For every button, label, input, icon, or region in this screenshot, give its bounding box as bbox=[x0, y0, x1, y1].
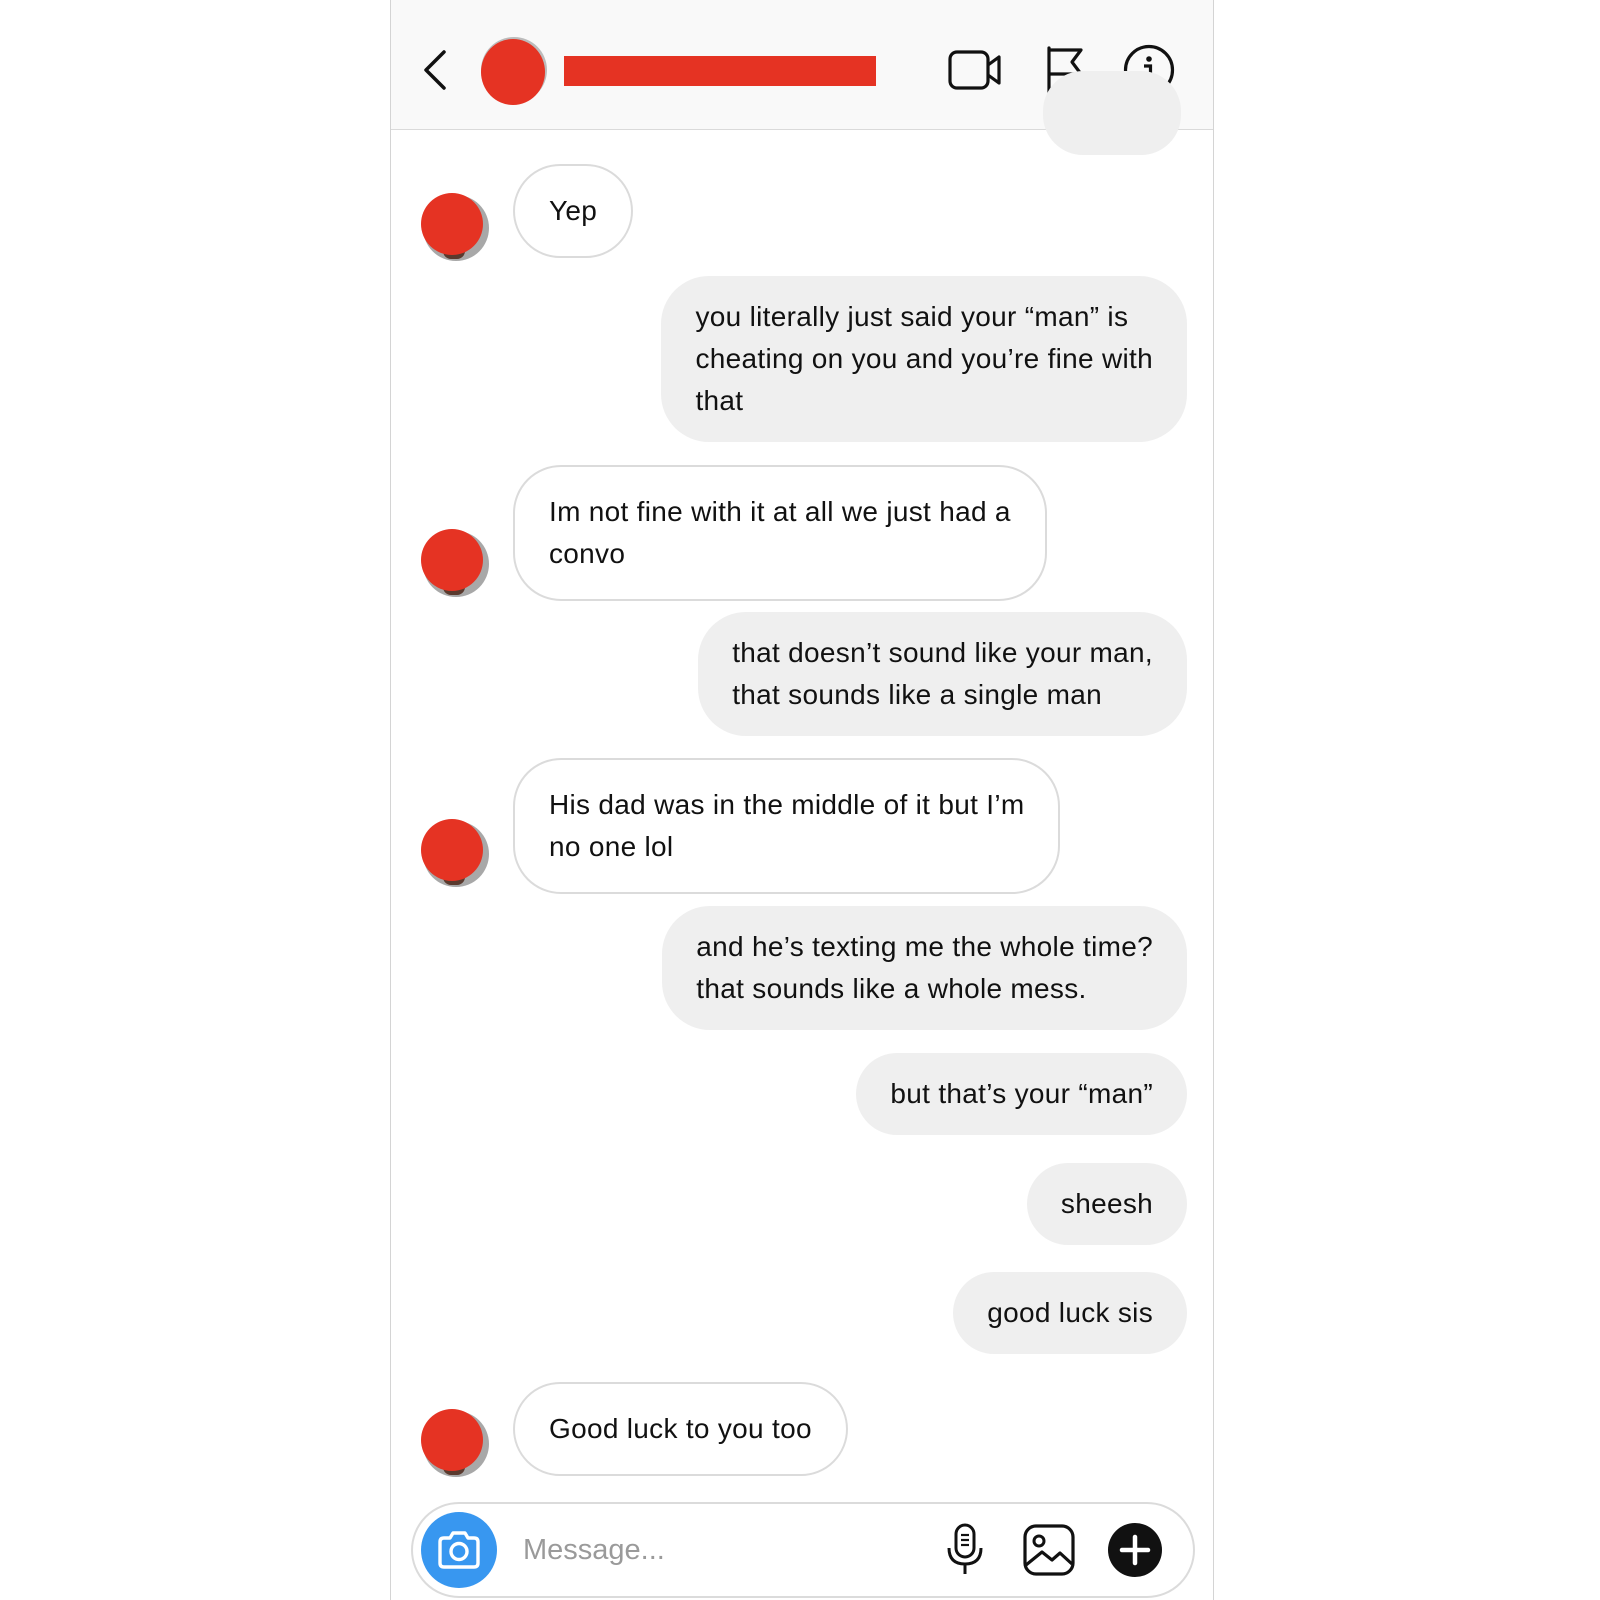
video-call-button[interactable] bbox=[945, 42, 1005, 98]
gallery-icon bbox=[1023, 1524, 1075, 1576]
message-bubble-outgoing[interactable]: and he’s texting me the whole time? that… bbox=[662, 906, 1187, 1030]
contact-avatar[interactable] bbox=[481, 37, 547, 105]
message-bubble-outgoing[interactable]: good luck sis bbox=[953, 1272, 1187, 1354]
video-camera-icon bbox=[948, 50, 1001, 90]
camera-button[interactable] bbox=[421, 1512, 497, 1588]
message-bubble-incoming[interactable]: Yep bbox=[513, 164, 634, 258]
back-button[interactable] bbox=[415, 42, 455, 98]
message-bubble-outgoing[interactable]: that doesn’t sound like your man, that s… bbox=[698, 612, 1187, 736]
chevron-left-icon bbox=[424, 50, 446, 90]
message-bubble-incoming[interactable]: Good luck to you too bbox=[513, 1382, 848, 1476]
sender-avatar[interactable] bbox=[421, 819, 489, 887]
message-input[interactable] bbox=[523, 1524, 903, 1576]
message-bubble-outgoing[interactable]: but that’s your “man” bbox=[856, 1053, 1187, 1135]
message-bubble-outgoing[interactable]: you literally just said your “man” is ch… bbox=[661, 276, 1187, 442]
sender-avatar[interactable] bbox=[421, 529, 489, 597]
voice-message-button[interactable] bbox=[933, 1518, 997, 1582]
gallery-button[interactable] bbox=[1017, 1518, 1081, 1582]
sender-avatar[interactable] bbox=[421, 193, 489, 261]
message-thread[interactable]: Yep you literally just said your “man” i… bbox=[391, 71, 1213, 1501]
contact-name[interactable] bbox=[564, 56, 876, 86]
message-bubble-outgoing-partial[interactable] bbox=[1043, 71, 1181, 155]
camera-icon bbox=[438, 1531, 480, 1569]
more-options-button[interactable] bbox=[1103, 1518, 1167, 1582]
sender-avatar[interactable] bbox=[421, 1409, 489, 1477]
plus-icon bbox=[1108, 1523, 1162, 1577]
message-bubble-outgoing[interactable]: sheesh bbox=[1026, 1163, 1187, 1245]
chat-screen: Yep you literally just said your “man” i… bbox=[390, 0, 1214, 1600]
message-bubble-incoming[interactable]: Im not fine with it at all we just had a… bbox=[513, 465, 1047, 601]
message-composer bbox=[411, 1502, 1195, 1598]
message-bubble-incoming[interactable]: His dad was in the middle of it but I’m … bbox=[513, 758, 1061, 894]
microphone-icon bbox=[947, 1523, 983, 1574]
